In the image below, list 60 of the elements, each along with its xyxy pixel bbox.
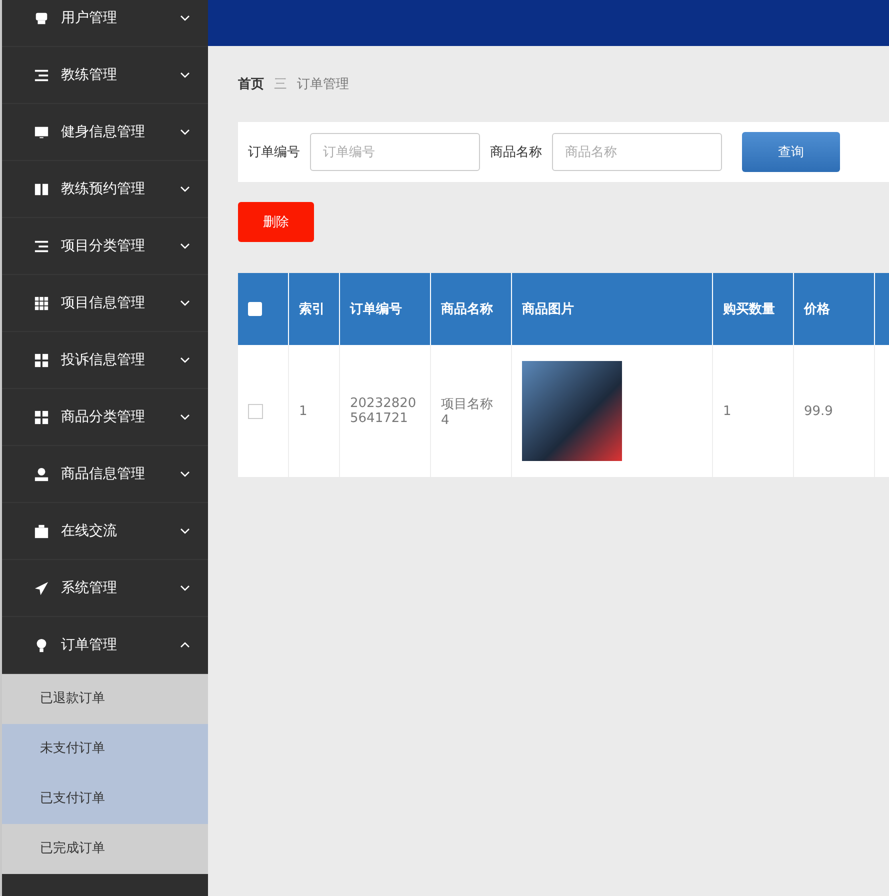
chevron-down-icon — [180, 15, 190, 21]
chevron-up-icon — [180, 642, 190, 648]
sidebar-item[interactable]: 项目信息管理 — [2, 275, 208, 332]
chevron-down-icon — [180, 186, 190, 192]
select-all-checkbox[interactable] — [248, 302, 262, 316]
column-header: 商品名称 — [430, 273, 512, 345]
chevron-down-icon — [180, 414, 190, 420]
delete-button[interactable]: 删除 — [238, 202, 314, 242]
list-icon — [34, 238, 49, 254]
chevron-down-icon — [180, 243, 190, 249]
column-header: 索引 — [288, 273, 340, 345]
sidebar-item[interactable]: 教练管理 — [2, 47, 208, 104]
sidebar-item[interactable]: 投诉信息管理 — [2, 332, 208, 389]
sidebar-item[interactable]: 项目分类管理 — [2, 218, 208, 275]
chevron-down-icon — [180, 528, 190, 534]
chevron-down-icon — [180, 72, 190, 78]
table-cell: 项目名称4 — [430, 345, 512, 477]
chevron-down-icon — [180, 129, 190, 135]
breadcrumb-separator: 三 — [274, 76, 287, 93]
chevron-down-icon — [180, 357, 190, 363]
chevron-down-icon — [180, 471, 190, 477]
sidebar-item[interactable]: 商品分类管理 — [2, 389, 208, 446]
sidebar-item[interactable]: 在线交流 — [2, 503, 208, 560]
input-field[interactable]: 商品名称 — [552, 133, 722, 171]
sidebar-item[interactable]: 健身信息管理 — [2, 104, 208, 161]
grid-icon — [34, 296, 49, 310]
field-label: 订单编号 — [248, 144, 300, 161]
search-button[interactable]: 查询 — [742, 132, 840, 172]
tiles-icon — [34, 352, 49, 368]
tiles-icon — [34, 410, 49, 424]
sidebar-item[interactable]: 教练预约管理 — [2, 161, 208, 218]
plane-icon — [34, 580, 49, 596]
breadcrumb-link[interactable]: 首页 — [238, 75, 264, 93]
submenu-item[interactable]: 未支付订单 — [2, 724, 208, 774]
user-icon — [34, 10, 49, 26]
table-cell: 99.9 — [794, 345, 874, 477]
sidebar-item[interactable]: 商品信息管理 — [2, 446, 208, 503]
submenu-item[interactable]: 已退款订单 — [2, 674, 208, 724]
briefcase-icon — [34, 524, 49, 538]
bulb-icon — [34, 638, 49, 652]
monitor-icon — [34, 124, 49, 140]
column-header: 购买数量 — [712, 273, 794, 345]
table-cell: 1 — [712, 345, 794, 477]
sidebar-item[interactable]: 系统管理 — [2, 560, 208, 617]
column-header: 订单编号 — [340, 273, 430, 345]
person-icon — [34, 466, 49, 482]
submenu-item[interactable]: 已支付订单 — [2, 774, 208, 824]
table-cell: 20232820 5641721 — [340, 345, 430, 477]
submenu-item[interactable]: 已完成订单 — [2, 824, 208, 874]
field-label: 商品名称 — [490, 144, 542, 161]
list-icon — [34, 68, 49, 82]
row-checkbox[interactable] — [248, 404, 263, 418]
input-field[interactable]: 订单编号 — [310, 133, 480, 171]
book-icon — [34, 182, 49, 196]
column-header: 价格 — [794, 273, 874, 345]
column-header: 商品图片 — [512, 273, 712, 345]
chevron-down-icon — [180, 585, 190, 591]
table-cell: 1 — [288, 345, 340, 477]
chevron-down-icon — [180, 300, 190, 306]
breadcrumb-current: 订单管理 — [297, 76, 349, 93]
